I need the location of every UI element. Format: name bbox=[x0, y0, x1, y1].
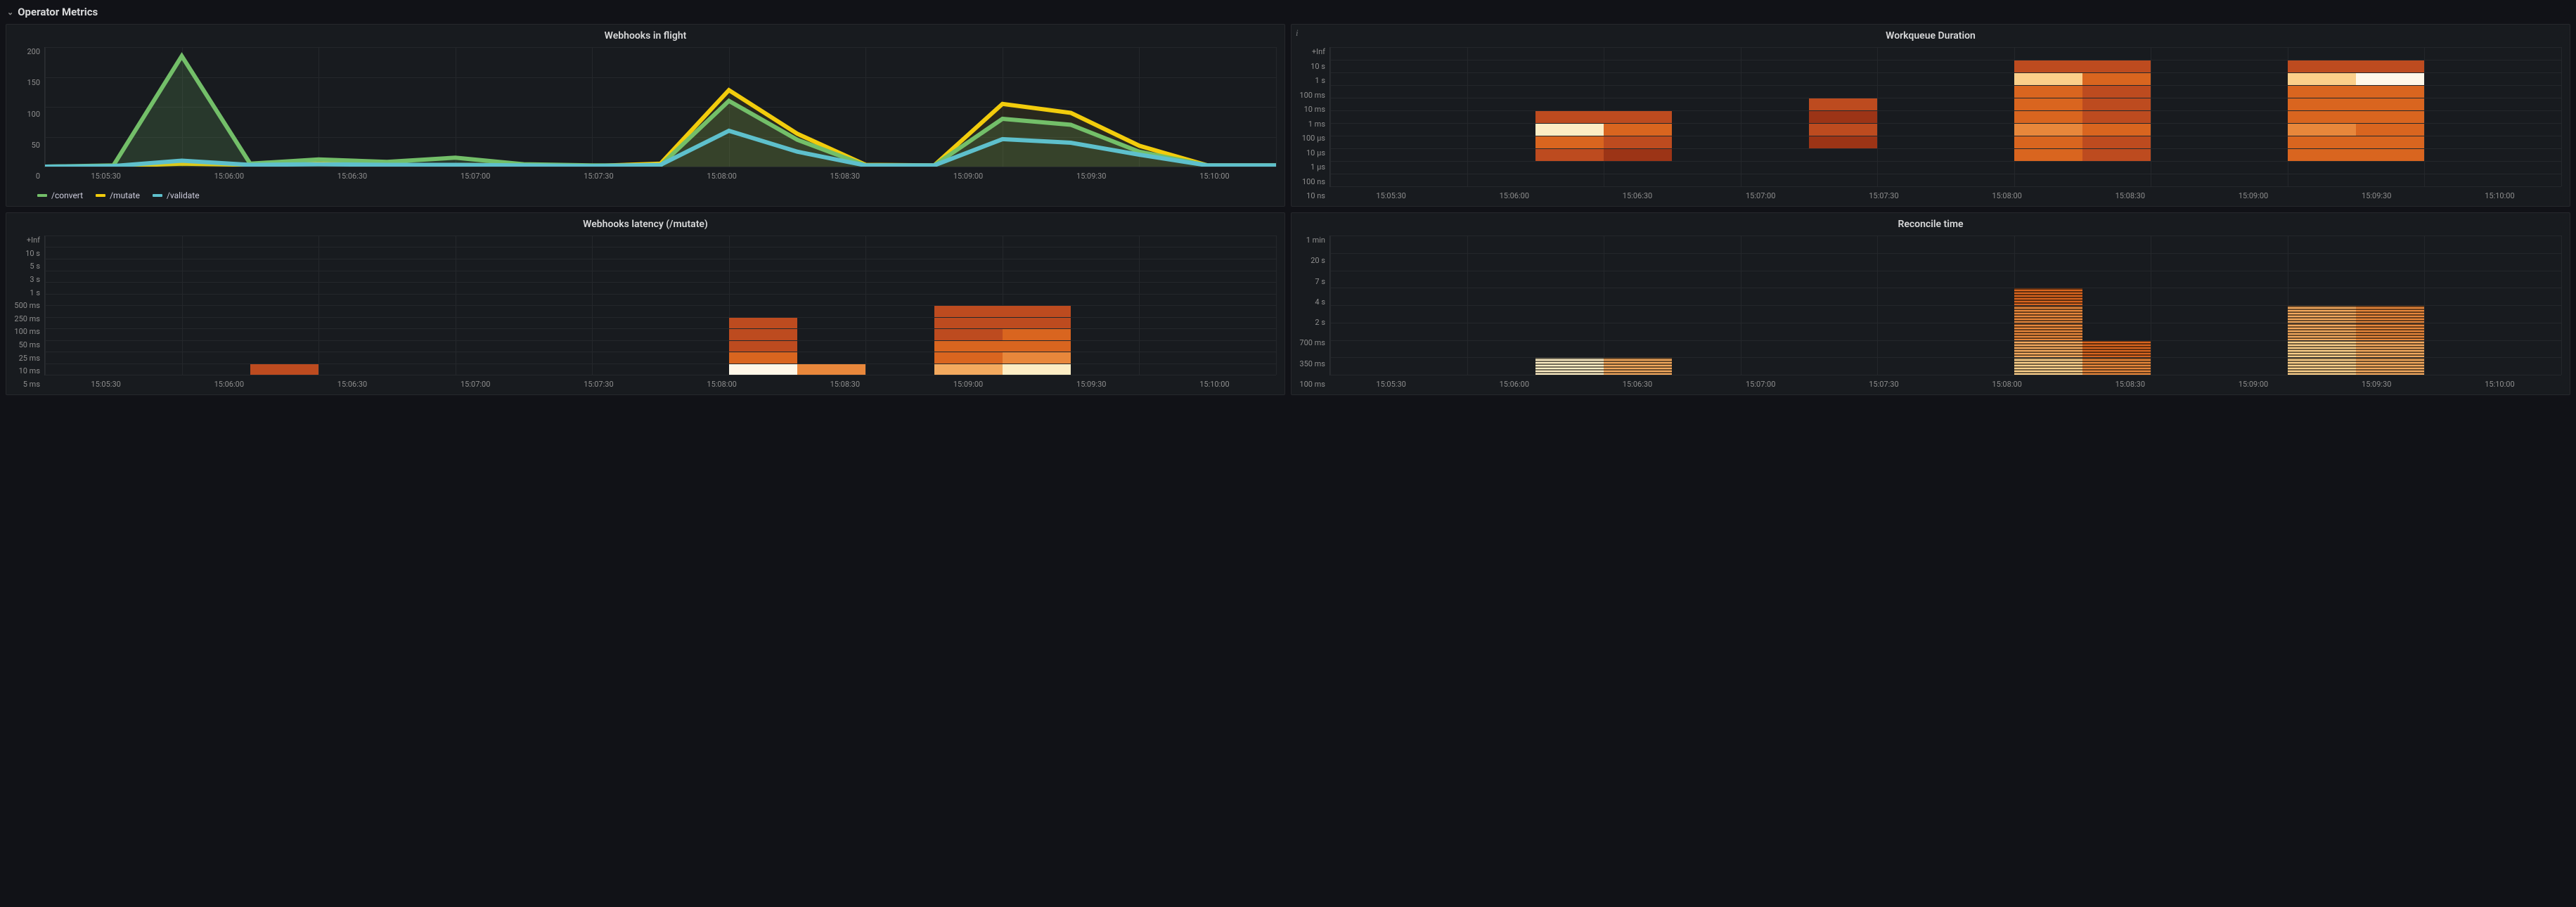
panel-webhooks-in-flight[interactable]: Webhooks in flight 200150100500 15:05:30… bbox=[6, 24, 1285, 207]
line-chart[interactable] bbox=[44, 47, 1276, 167]
heatmap-chart[interactable] bbox=[1329, 236, 2561, 375]
chevron-down-icon: ⌄ bbox=[7, 8, 13, 17]
panel-grid: Webhooks in flight 200150100500 15:05:30… bbox=[3, 21, 2573, 398]
x-axis: 15:05:3015:06:0015:06:3015:07:0015:07:30… bbox=[1329, 375, 2561, 389]
panel-title: Webhooks in flight bbox=[6, 25, 1284, 44]
row-title: Operator Metrics bbox=[18, 6, 98, 18]
panel-body: +Inf10 s1 s100 ms10 ms1 ms100 µs10 µs1 µ… bbox=[1292, 44, 2570, 206]
heatmap-chart[interactable] bbox=[1329, 47, 2561, 187]
panel-body: +Inf10 s5 s3 s1 s500 ms250 ms100 ms50 ms… bbox=[6, 233, 1284, 394]
panel-body: 1 min20 s7 s4 s2 s700 ms350 ms100 ms 15:… bbox=[1292, 233, 2570, 394]
x-axis: 15:05:3015:06:0015:06:3015:07:0015:07:30… bbox=[44, 375, 1276, 389]
panel-webhooks-latency[interactable]: Webhooks latency (/mutate) +Inf10 s5 s3 … bbox=[6, 212, 1285, 395]
legend: /convert /mutate /validate bbox=[6, 186, 1284, 206]
legend-item-convert[interactable]: /convert bbox=[37, 191, 83, 200]
legend-label: /mutate bbox=[110, 191, 140, 200]
legend-label: /validate bbox=[167, 191, 200, 200]
row-header[interactable]: ⌄ Operator Metrics bbox=[3, 3, 2573, 21]
heatmap-chart[interactable] bbox=[44, 236, 1276, 375]
y-axis: 1 min20 s7 s4 s2 s700 ms350 ms100 ms bbox=[1296, 236, 1329, 389]
y-axis: +Inf10 s5 s3 s1 s500 ms250 ms100 ms50 ms… bbox=[11, 236, 44, 389]
y-axis: 200150100500 bbox=[11, 47, 44, 181]
panel-title: Workqueue Duration bbox=[1292, 25, 2570, 44]
panel-body: 200150100500 15:05:3015:06:0015:06:3015:… bbox=[6, 44, 1284, 186]
legend-item-validate[interactable]: /validate bbox=[153, 191, 200, 200]
panel-title: Reconcile time bbox=[1292, 213, 2570, 233]
x-axis: 15:05:3015:06:0015:06:3015:07:0015:07:30… bbox=[44, 167, 1276, 181]
legend-label: /convert bbox=[51, 191, 83, 200]
x-axis: 15:05:3015:06:0015:06:3015:07:0015:07:30… bbox=[1329, 187, 2561, 200]
legend-item-mutate[interactable]: /mutate bbox=[96, 191, 140, 200]
info-icon[interactable]: i bbox=[1296, 27, 1299, 39]
panel-workqueue-duration[interactable]: i Workqueue Duration +Inf10 s1 s100 ms10… bbox=[1291, 24, 2570, 207]
panel-reconcile-time[interactable]: Reconcile time 1 min20 s7 s4 s2 s700 ms3… bbox=[1291, 212, 2570, 395]
y-axis: +Inf10 s1 s100 ms10 ms1 ms100 µs10 µs1 µ… bbox=[1296, 47, 1329, 200]
panel-title: Webhooks latency (/mutate) bbox=[6, 213, 1284, 233]
